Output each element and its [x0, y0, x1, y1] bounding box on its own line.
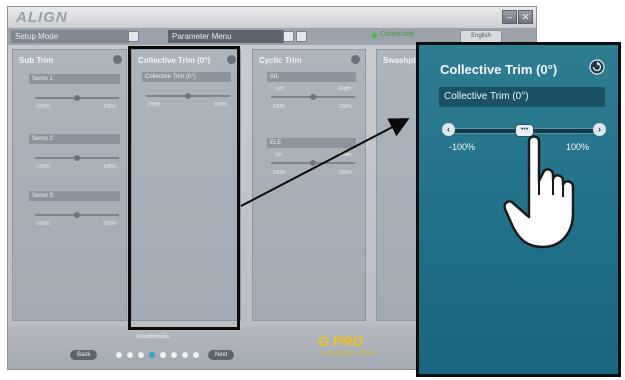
collective-trim-field: Collective Trim (0°): [439, 87, 605, 107]
zoom-title: Collective Trim (0°): [440, 62, 558, 77]
pointing-hand-icon: [503, 135, 575, 249]
zoom-inset: Collective Trim (0°) Collective Trim (0°…: [416, 42, 621, 377]
increase-arrow-icon[interactable]: ›: [593, 123, 606, 136]
slider-min-label: -100%: [449, 142, 476, 152]
reset-icon[interactable]: [589, 59, 605, 75]
decrease-arrow-icon[interactable]: ‹: [442, 123, 455, 136]
